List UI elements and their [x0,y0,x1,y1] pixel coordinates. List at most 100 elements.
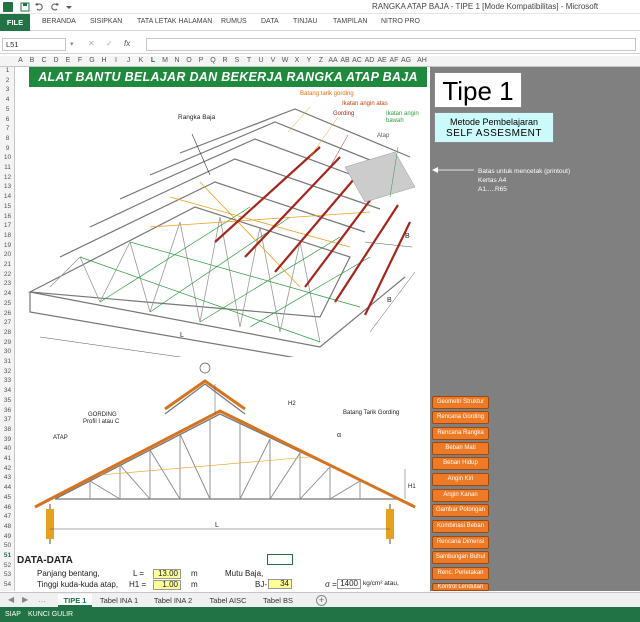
row-header-18[interactable]: 18 [0,232,15,239]
row-header-48[interactable]: 48 [0,523,15,530]
button-gambar-potongan[interactable]: Gambar Potongan [432,504,489,517]
row-header-27[interactable]: 27 [0,319,15,326]
tab-data[interactable]: DATA [261,18,279,25]
row-header-26[interactable]: 26 [0,310,15,317]
column-header-aa[interactable]: AA [327,57,339,64]
column-header-o[interactable]: O [183,57,195,64]
input-h1[interactable]: 1.00 [153,580,181,590]
row-header-54[interactable]: 54 [0,581,15,588]
column-header-t[interactable]: T [243,57,255,64]
input-l[interactable]: 13.00 [153,569,181,579]
column-header-l[interactable]: L [147,57,159,64]
tab-tampilan[interactable]: TAMPILAN [333,18,368,25]
sheet-tab-tabel-aisc[interactable]: Tabel AISC [204,594,252,607]
button-beban-hidup[interactable]: Beban Hidup [432,457,489,470]
row-header-1[interactable]: 1 [0,67,15,74]
column-header-x[interactable]: X [291,57,303,64]
row-header-7[interactable]: 7 [0,125,15,132]
column-header-v[interactable]: V [267,57,279,64]
scroll-tabs-right-icon[interactable]: ▶ [22,595,28,604]
selected-cell-l51[interactable] [267,554,293,565]
column-header-g[interactable]: G [86,57,98,64]
row-header-10[interactable]: 10 [0,154,15,161]
enter-icon[interactable]: ✓ [106,39,113,48]
tab-nitro-pro[interactable]: NITRO PRO [381,18,420,25]
row-header-43[interactable]: 43 [0,474,15,481]
row-header-44[interactable]: 44 [0,484,15,491]
button-kombinasi-beban[interactable]: Kombinasi Beban [432,520,489,533]
column-header-f[interactable]: F [74,57,86,64]
column-header-m[interactable]: M [159,57,171,64]
row-header-31[interactable]: 31 [0,358,15,365]
button-beban-mati[interactable]: Beban Mati [432,442,489,455]
column-header-ah[interactable]: AH [412,57,432,64]
new-sheet-icon[interactable]: + [316,595,327,606]
row-header-11[interactable]: 11 [0,164,15,171]
sheet-tab-tipe-1[interactable]: TIPE 1 [58,594,92,607]
column-header-b[interactable]: B [26,57,38,64]
column-header-s[interactable]: S [231,57,243,64]
column-header-ac[interactable]: AC [351,57,363,64]
sheet-tab-tabel-ina-2[interactable]: Tabel INA 2 [148,594,198,607]
column-header-ag[interactable]: AG [400,57,412,64]
row-header-42[interactable]: 42 [0,465,15,472]
tab-sisipkan[interactable]: SISIPKAN [90,18,122,25]
column-header-d[interactable]: D [50,57,62,64]
insert-function-icon[interactable]: fx [124,39,130,48]
row-header-47[interactable]: 47 [0,513,15,520]
row-header-6[interactable]: 6 [0,116,15,123]
row-header-50[interactable]: 50 [0,542,15,549]
row-header-8[interactable]: 8 [0,135,15,142]
row-header-17[interactable]: 17 [0,222,15,229]
button-angin-kanan[interactable]: Angin Kanan [432,489,489,502]
column-header-e[interactable]: E [62,57,74,64]
row-header-20[interactable]: 20 [0,251,15,258]
row-header-28[interactable]: 28 [0,329,15,336]
button-rencana-gording[interactable]: Rencana Gording [432,411,489,424]
button-sambungan-buhul[interactable]: Sambungan Buhul [432,551,489,564]
column-header-k[interactable]: K [135,57,147,64]
cancel-icon[interactable]: ✕ [88,39,95,48]
row-header-24[interactable]: 24 [0,290,15,297]
row-header-52[interactable]: 52 [0,562,15,569]
column-header-af[interactable]: AF [388,57,400,64]
button-rencana-dimensi[interactable]: Rencana Dimensi [432,536,489,549]
button-angin-kiri[interactable]: Angin Kiri [432,473,489,486]
row-header-45[interactable]: 45 [0,494,15,501]
column-header-r[interactable]: R [219,57,231,64]
column-header-i[interactable]: I [110,57,122,64]
sheet-tab-tabel-ina-1[interactable]: Tabel INA 1 [96,594,142,607]
row-header-40[interactable]: 40 [0,445,15,452]
row-header-41[interactable]: 41 [0,455,15,462]
row-header-3[interactable]: 3 [0,86,15,93]
row-header-46[interactable]: 46 [0,504,15,511]
tab-tata-letak[interactable]: TATA LETAK HALAMAN [137,18,212,25]
row-header-22[interactable]: 22 [0,271,15,278]
input-bj[interactable]: 34 [268,579,292,589]
tab-tinjau[interactable]: TINJAU [293,18,318,25]
button-geometri-struktur[interactable]: Geometri Struktur [432,396,489,409]
column-header-ab[interactable]: AB [339,57,351,64]
name-box-dropdown-icon[interactable]: ▾ [70,40,74,48]
row-header-9[interactable]: 9 [0,145,15,152]
column-header-y[interactable]: Y [303,57,315,64]
row-header-33[interactable]: 33 [0,377,15,384]
row-header-15[interactable]: 15 [0,203,15,210]
row-header-14[interactable]: 14 [0,193,15,200]
row-header-53[interactable]: 53 [0,571,15,578]
row-header-13[interactable]: 13 [0,183,15,190]
column-header-u[interactable]: U [255,57,267,64]
button-rencana-rangka[interactable]: Rencana Rangka [432,427,489,440]
name-box[interactable]: L51 [2,38,66,51]
column-header-z[interactable]: Z [315,57,327,64]
row-header-39[interactable]: 39 [0,436,15,443]
row-header-5[interactable]: 5 [0,106,15,113]
column-header-q[interactable]: Q [207,57,219,64]
row-header-37[interactable]: 37 [0,416,15,423]
sheet-tab-tabel-bs[interactable]: Tabel BS [258,594,298,607]
row-header-36[interactable]: 36 [0,407,15,414]
button-renc-perletakan[interactable]: Renc. Perletakan [432,567,489,580]
row-header-51[interactable]: 51 [0,552,15,559]
row-header-32[interactable]: 32 [0,368,15,375]
row-header-2[interactable]: 2 [0,77,15,84]
